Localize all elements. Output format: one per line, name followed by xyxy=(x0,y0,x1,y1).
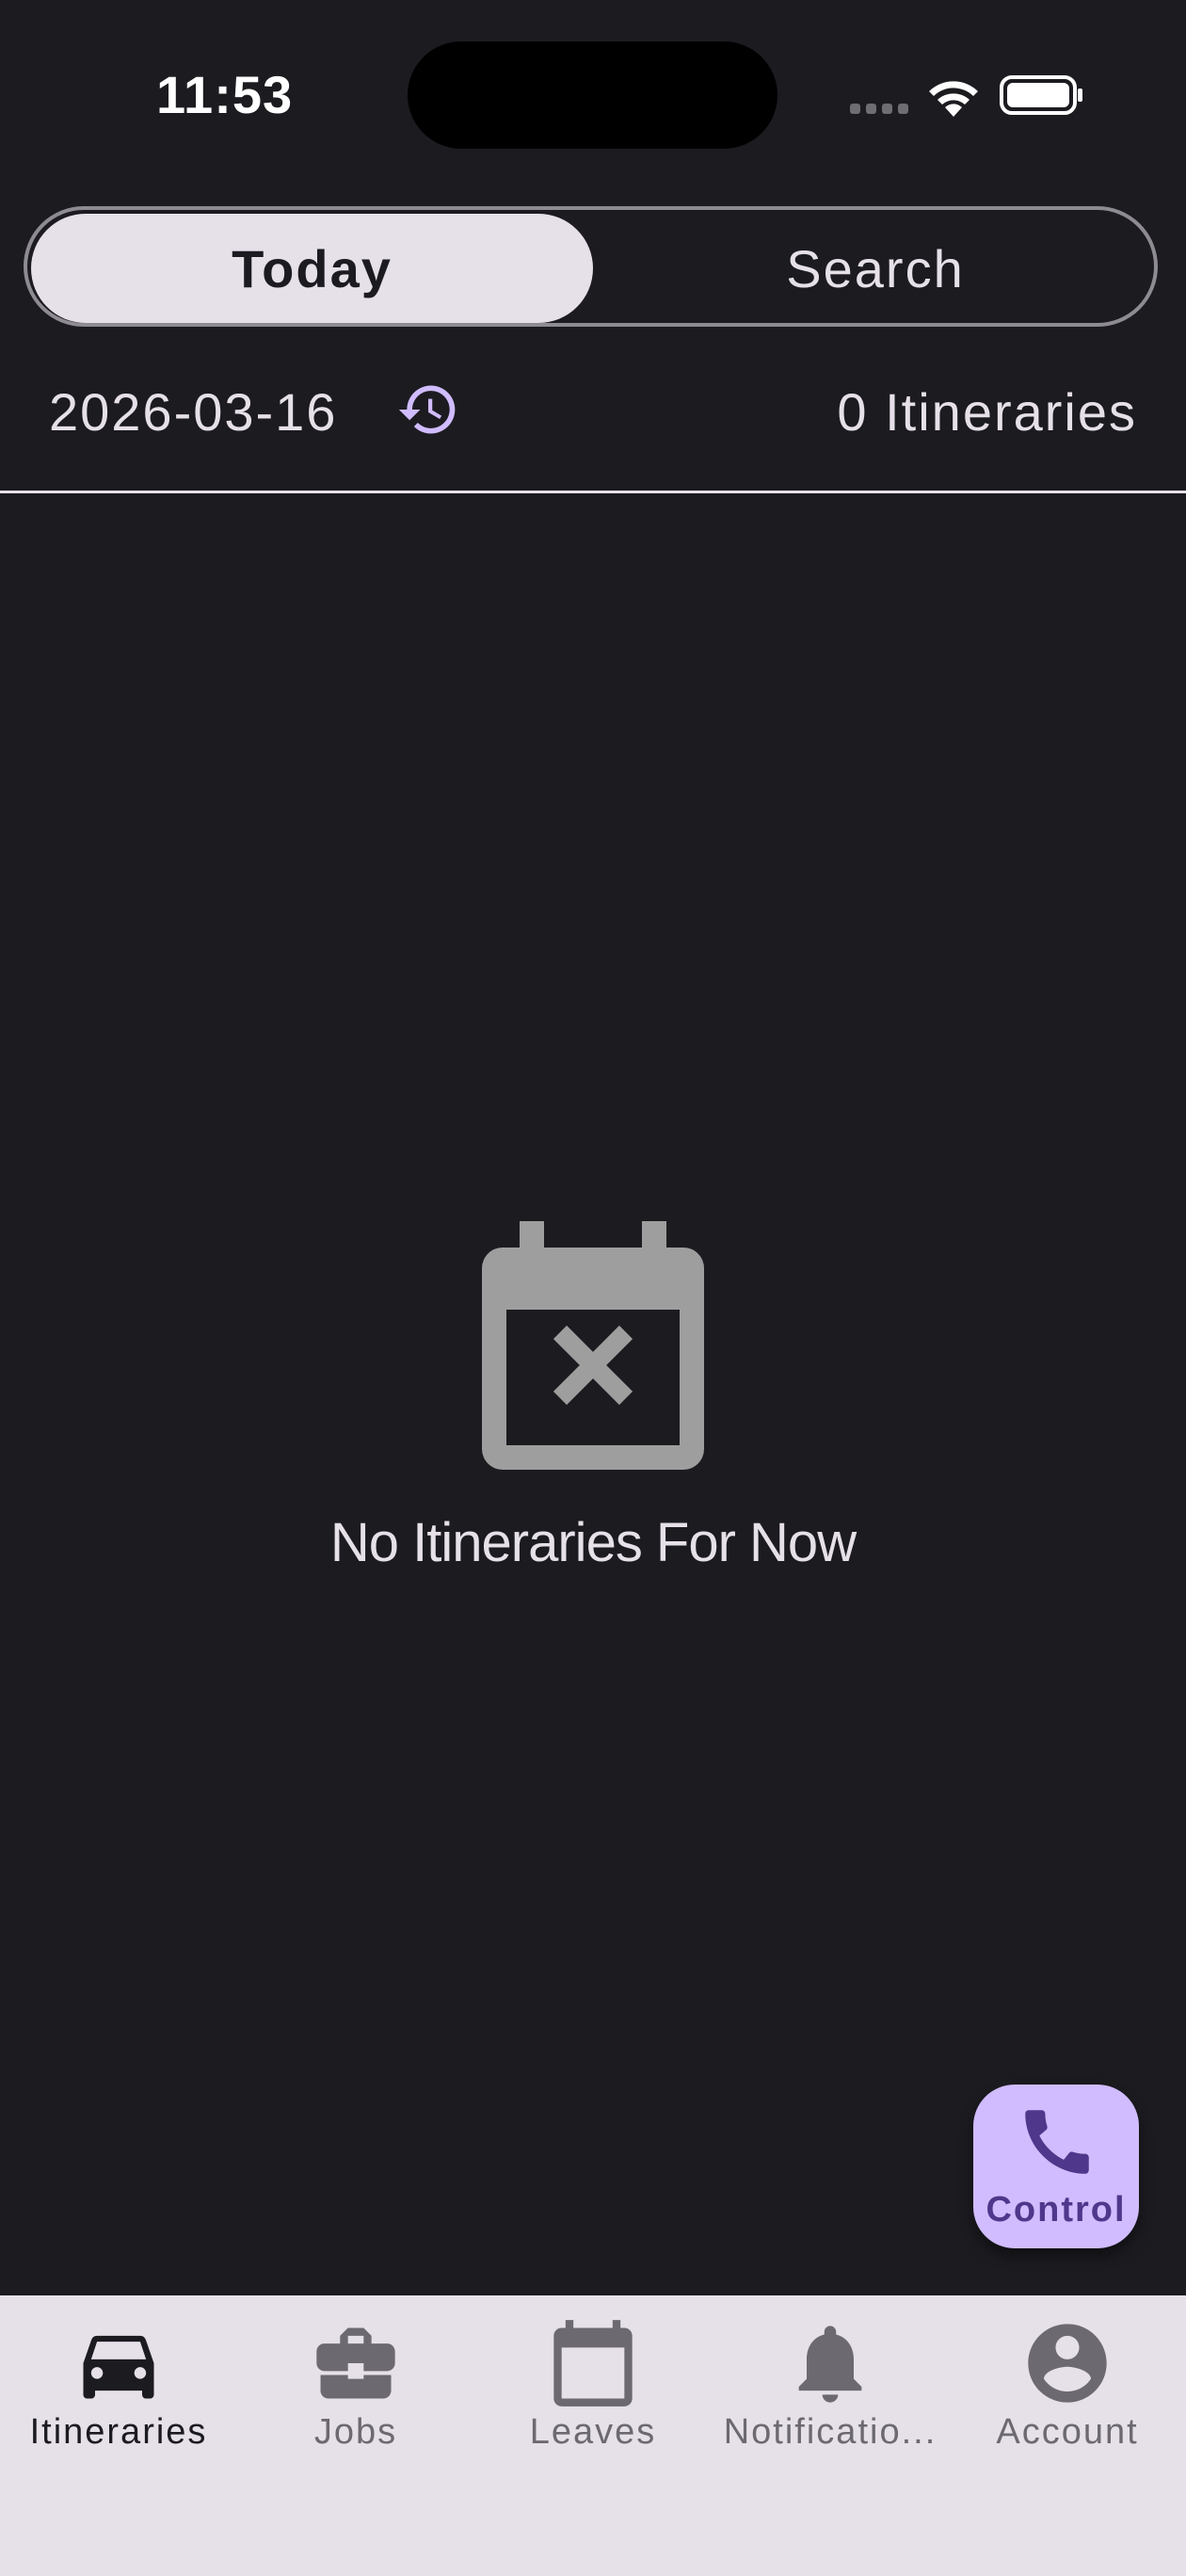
battery-icon xyxy=(1000,75,1082,115)
nav-account[interactable]: Account xyxy=(949,2295,1186,2484)
bell-icon xyxy=(798,2326,862,2403)
date-row: 2026-03-16 0 Itineraries xyxy=(0,372,1186,457)
wifi-icon xyxy=(929,81,978,117)
nav-label-jobs: Jobs xyxy=(313,2412,398,2452)
nav-label-notifications: Notificatio... xyxy=(723,2412,938,2452)
control-call-button[interactable]: Control xyxy=(973,2085,1139,2248)
calendar-x-icon xyxy=(482,1221,704,1470)
view-segmented-control: Today Search xyxy=(24,206,1158,327)
bottom-navigation: Itineraries Jobs Leaves Notificatio... A… xyxy=(0,2295,1186,2576)
nav-jobs[interactable]: Jobs xyxy=(237,2295,474,2484)
status-time: 11:53 xyxy=(156,65,294,124)
cellular-signal-icon xyxy=(850,104,908,115)
nav-label-account: Account xyxy=(996,2412,1139,2452)
nav-notifications[interactable]: Notificatio... xyxy=(712,2295,949,2484)
briefcase-icon xyxy=(316,2327,395,2399)
segment-search[interactable]: Search xyxy=(597,214,1154,323)
history-button[interactable] xyxy=(391,372,466,447)
calendar-icon xyxy=(553,2320,633,2407)
status-bar: 11:53 xyxy=(0,0,1186,188)
segment-today[interactable]: Today xyxy=(31,214,593,323)
segment-today-label: Today xyxy=(232,238,393,298)
header-divider xyxy=(0,491,1186,493)
control-label: Control xyxy=(986,2190,1127,2230)
selected-date[interactable]: 2026-03-16 xyxy=(49,381,337,443)
nav-label-itineraries: Itineraries xyxy=(29,2412,208,2452)
account-circle-icon xyxy=(1028,2324,1107,2403)
nav-label-leaves: Leaves xyxy=(529,2412,657,2452)
nav-leaves[interactable]: Leaves xyxy=(474,2295,712,2484)
dynamic-island xyxy=(408,41,777,149)
nav-itineraries[interactable]: Itineraries xyxy=(0,2295,237,2484)
car-icon xyxy=(83,2335,154,2399)
itinerary-count: 0 Itineraries xyxy=(837,382,1137,442)
empty-state-message: No Itineraries For Now xyxy=(329,1512,857,1573)
phone-icon xyxy=(1025,2110,1089,2174)
history-icon xyxy=(398,385,456,434)
segment-search-label: Search xyxy=(786,238,965,298)
